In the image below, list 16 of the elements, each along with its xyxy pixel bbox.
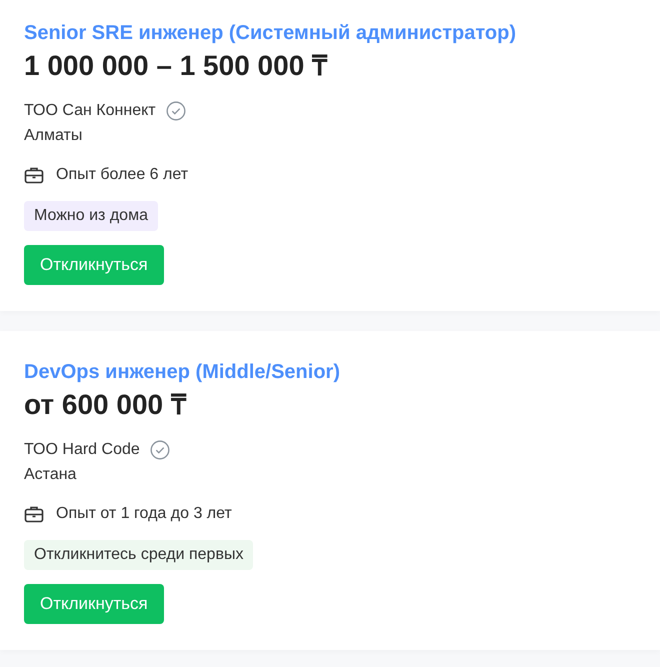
experience-text: Опыт более 6 лет [56,165,188,185]
vacancy-title-link[interactable]: Senior SRE инженер (Системный администратор) [24,18,516,48]
company-name: ТОО Hard Code [24,440,140,460]
experience-text: Опыт от 1 года до 3 лет [56,504,232,524]
respond-button[interactable]: Откликнуться [24,245,164,285]
tag-label: Можно из дома [24,201,158,231]
company-name: ТОО Сан Коннект [24,101,156,121]
briefcase-icon [24,504,44,522]
city-text: Алматы [24,126,82,146]
respond-button[interactable]: Откликнуться [24,584,164,624]
tag-label: Откликнитесь среди первых [24,540,254,570]
salary-text: от 600 000 ₸ [24,388,186,422]
vacancy-title-link[interactable]: DevOps инженер (Middle/Senior) [24,357,340,387]
briefcase-icon [24,166,44,184]
salary-text: 1 000 000 – 1 500 000 ₸ [24,49,328,83]
city-text: Астана [24,465,76,485]
